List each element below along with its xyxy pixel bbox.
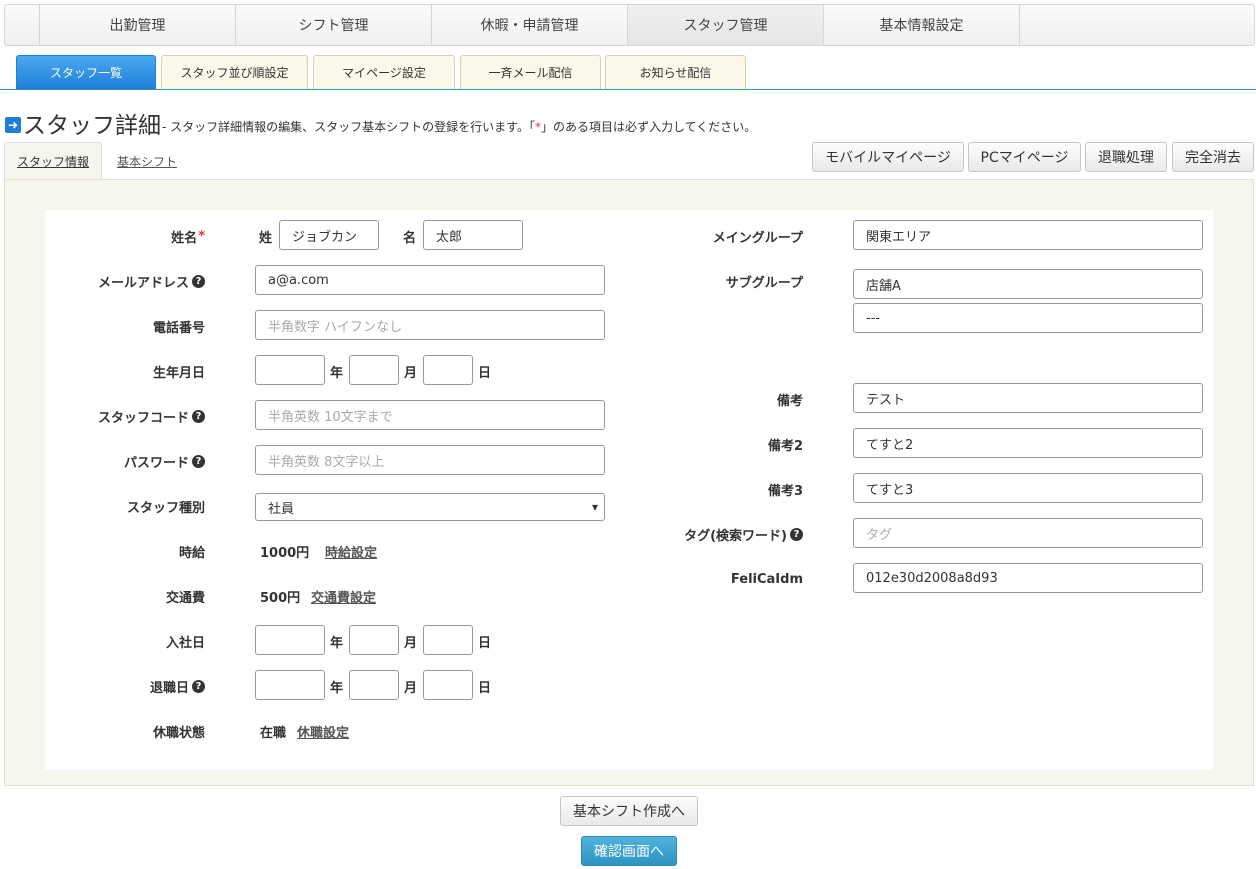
day-unit: 日 — [478, 635, 492, 651]
leave-date-label-text: 退職日 — [149, 680, 189, 696]
main-group-select[interactable]: 関東エリア — [853, 220, 1203, 250]
staff-code-label: スタッフコード? — [60, 401, 205, 431]
birth-year-input[interactable] — [255, 355, 325, 385]
year-unit: 年 — [330, 365, 344, 381]
arrow-right-icon: ➜ — [5, 117, 21, 133]
hourly-value: 1000円 — [260, 545, 310, 561]
sei-label: 姓 — [259, 230, 273, 246]
join-date-label: 入社日 — [165, 635, 205, 651]
leave-status-value: 在職 — [260, 725, 287, 741]
staff-type-label: スタッフ種別 — [126, 500, 205, 516]
note2-label: 備考2 — [767, 438, 803, 454]
hourly-label: 時給 — [178, 545, 205, 561]
birth-month-input[interactable] — [349, 355, 399, 385]
sub-tab-staff-order[interactable]: スタッフ並び順設定 — [161, 55, 308, 89]
transport-settings-link[interactable]: 交通費設定 — [311, 581, 376, 611]
name-label-text: 姓名 — [171, 230, 198, 246]
mei-input[interactable]: 太郎 — [423, 220, 523, 250]
phone-input[interactable]: 半角数字 ハイフンなし — [255, 310, 605, 340]
leave-year-input[interactable] — [255, 670, 325, 700]
month-unit: 月 — [404, 680, 418, 696]
month-unit: 月 — [404, 635, 418, 651]
sub-tab-bulk-mail[interactable]: 一斉メール配信 — [460, 55, 601, 89]
tab-staff-info[interactable]: スタッフ情報 — [4, 142, 102, 180]
mobile-mypage-button[interactable]: モバイルマイページ — [812, 142, 964, 172]
join-year-input[interactable] — [255, 625, 325, 655]
phone-label: 電話番号 — [152, 320, 205, 336]
felica-label: FeliCaIdm — [730, 571, 803, 587]
felica-input[interactable]: 012e30d2008a8d93 — [853, 563, 1203, 593]
day-unit: 日 — [478, 365, 492, 381]
pc-mypage-button[interactable]: PCマイページ — [968, 142, 1081, 172]
retire-button[interactable]: 退職処理 — [1085, 142, 1167, 172]
note3-label: 備考3 — [767, 483, 803, 499]
note2-input[interactable]: てすと2 — [853, 428, 1203, 458]
tag-label-text: タグ(検索ワード) — [684, 528, 787, 544]
email-label-text: メールアドレス — [97, 275, 189, 291]
desc-after: 」のある項目は必ず入力してください。 — [540, 120, 757, 134]
confirm-button[interactable]: 確認画面へ — [581, 836, 677, 866]
sub-nav: スタッフ一覧 スタッフ並び順設定 マイページ設定 一斉メール配信 お知らせ配信 — [0, 50, 1256, 90]
tag-label: タグ(検索ワード)? — [640, 519, 803, 549]
note-label: 備考 — [776, 393, 803, 409]
sub-group-label: サブグループ — [725, 275, 803, 291]
required-star: * — [198, 228, 205, 244]
top-nav: 出勤管理 シフト管理 休暇・申請管理 スタッフ管理 基本情報設定 — [4, 4, 1255, 46]
page-description: - スタッフ詳細情報の編集、スタッフ基本シフトの登録を行います。「*」のある項目… — [162, 118, 756, 135]
question-circle-icon[interactable]: ? — [192, 409, 205, 423]
tab-basic-shift[interactable]: 基本シフト — [106, 142, 188, 180]
year-unit: 年 — [330, 635, 344, 651]
top-tab-basic-settings[interactable]: 基本情報設定 — [824, 5, 1020, 45]
join-day-input[interactable] — [423, 625, 473, 655]
mei-label: 名 — [403, 230, 417, 246]
password-input[interactable]: 半角英数 8文字以上 — [255, 445, 605, 475]
birthdate-label: 生年月日 — [152, 365, 205, 381]
question-circle-icon[interactable]: ? — [192, 679, 205, 693]
staff-type-select[interactable]: 社員 — [255, 493, 605, 521]
month-unit: 月 — [404, 365, 418, 381]
top-nav-spacer — [5, 5, 40, 45]
create-basic-shift-button[interactable]: 基本シフト作成へ — [560, 796, 698, 826]
sub-group-select-1[interactable]: 店舗A — [853, 269, 1203, 299]
sub-tab-staff-list[interactable]: スタッフ一覧 — [16, 55, 156, 89]
email-label: メールアドレス? — [60, 266, 205, 296]
desc-before: - スタッフ詳細情報の編集、スタッフ基本シフトの登録を行います。「 — [162, 120, 535, 134]
top-tab-shift[interactable]: シフト管理 — [236, 5, 432, 45]
main-group-label: メイングループ — [712, 230, 803, 246]
leave-settings-link[interactable]: 休職設定 — [297, 716, 349, 746]
question-circle-icon[interactable]: ? — [192, 454, 205, 468]
staff-type-value: 社員 — [268, 501, 295, 517]
password-label-text: パスワード — [123, 455, 189, 471]
top-tab-attendance[interactable]: 出勤管理 — [40, 5, 236, 45]
leave-day-input[interactable] — [423, 670, 473, 700]
tag-input[interactable]: タグ — [853, 518, 1203, 548]
day-unit: 日 — [478, 680, 492, 696]
sub-tab-notice[interactable]: お知らせ配信 — [605, 55, 746, 89]
year-unit: 年 — [330, 680, 344, 696]
sub-tab-mypage-settings[interactable]: マイページ設定 — [313, 55, 455, 89]
name-label: 姓名 * — [60, 221, 205, 251]
delete-button[interactable]: 完全消去 — [1172, 142, 1254, 172]
sei-input[interactable]: ジョブカン — [279, 220, 379, 250]
staff-code-input[interactable]: 半角英数 10文字まで — [255, 400, 605, 430]
email-input[interactable]: a@a.com — [255, 265, 605, 295]
hourly-settings-link[interactable]: 時給設定 — [325, 536, 377, 566]
sub-group-select-2[interactable]: --- — [853, 303, 1203, 333]
transport-value: 500円 — [260, 590, 301, 606]
birth-day-input[interactable] — [423, 355, 473, 385]
transport-label: 交通費 — [165, 590, 205, 606]
question-circle-icon[interactable]: ? — [192, 274, 205, 288]
question-circle-icon[interactable]: ? — [790, 527, 803, 541]
leave-date-label: 退職日? — [60, 671, 205, 701]
join-month-input[interactable] — [349, 625, 399, 655]
note3-input[interactable]: てすと3 — [853, 473, 1203, 503]
page-title: スタッフ詳細 — [23, 113, 161, 139]
top-tab-leave[interactable]: 休暇・申請管理 — [432, 5, 628, 45]
leave-month-input[interactable] — [349, 670, 399, 700]
leave-status-label: 休職状態 — [152, 725, 205, 741]
password-label: パスワード? — [60, 446, 205, 476]
staff-code-label-text: スタッフコード — [97, 410, 189, 426]
note-input[interactable]: テスト — [853, 383, 1203, 413]
top-tab-staff[interactable]: スタッフ管理 — [628, 5, 824, 45]
